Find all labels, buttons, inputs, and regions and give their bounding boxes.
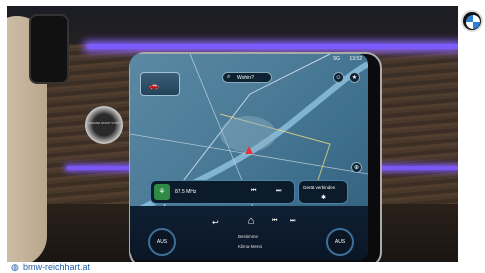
clock: 13:52 <box>349 56 362 62</box>
zoom-icon[interactable]: ⊕ <box>351 162 362 173</box>
signal-indicator: 5G <box>333 56 340 62</box>
back-icon[interactable]: ↩ <box>212 218 219 227</box>
next-station-icon[interactable]: ⏭ <box>276 188 281 195</box>
engine-start-button[interactable]: ENGINE START STOP <box>85 106 123 144</box>
radio-media-tile[interactable]: ⚘ 87.5 MHz ⏮ ⏭ <box>150 180 295 204</box>
right-margin <box>458 0 485 273</box>
car-icon: 🚗 <box>149 81 159 90</box>
bmw-logo-icon <box>461 10 483 32</box>
profile-icon[interactable]: ☺ <box>333 72 344 83</box>
previous-track-icon[interactable]: ⏮ <box>272 218 277 225</box>
footer-bar: ◍ bmw-reichhart.at <box>7 262 458 273</box>
connect-device-label: Gerät verbinden <box>303 185 336 190</box>
menu-label-2[interactable]: Klima-Menü <box>238 244 262 249</box>
climate-right-button[interactable]: AUS <box>326 228 354 256</box>
connect-device-tile[interactable]: Gerät verbinden ✱ <box>298 180 348 204</box>
previous-station-icon[interactable]: ⏮ <box>251 188 256 195</box>
current-position-marker <box>245 146 253 154</box>
status-bar: 5G 13:52 <box>130 54 368 66</box>
ambient-light-right <box>377 166 458 170</box>
climate-left-button[interactable]: AUS <box>148 228 176 256</box>
search-icon: ⌕ <box>227 74 231 80</box>
instrument-cluster <box>29 14 69 84</box>
search-label: Wohin? <box>237 75 254 81</box>
destination-search[interactable]: ⌕ Wohin? <box>222 72 272 83</box>
plant-icon: ⚘ <box>154 184 170 200</box>
star-icon[interactable]: ★ <box>349 72 360 83</box>
radio-frequency: 87.5 MHz <box>175 189 197 195</box>
ambient-light-strip <box>87 44 458 49</box>
website-url[interactable]: bmw-reichhart.at <box>23 262 90 272</box>
vehicle-status-tile[interactable]: 🚗 <box>140 72 180 96</box>
home-icon[interactable]: ⌂ <box>244 214 258 228</box>
menu-label-1[interactable]: Bestimme <box>238 234 258 239</box>
globe-icon: ◍ <box>11 262 19 272</box>
video-frame: ENGINE START STOP 5G 13:52 🚗 ⌕ Wohin? ☺ … <box>0 0 485 273</box>
infotainment-screen: 5G 13:52 🚗 ⌕ Wohin? ☺ ★ ⊕ ⚘ 87.5 MHz ⏮ ⏭… <box>130 54 368 260</box>
next-track-icon[interactable]: ⏭ <box>290 218 295 225</box>
bluetooth-icon: ✱ <box>321 195 327 201</box>
